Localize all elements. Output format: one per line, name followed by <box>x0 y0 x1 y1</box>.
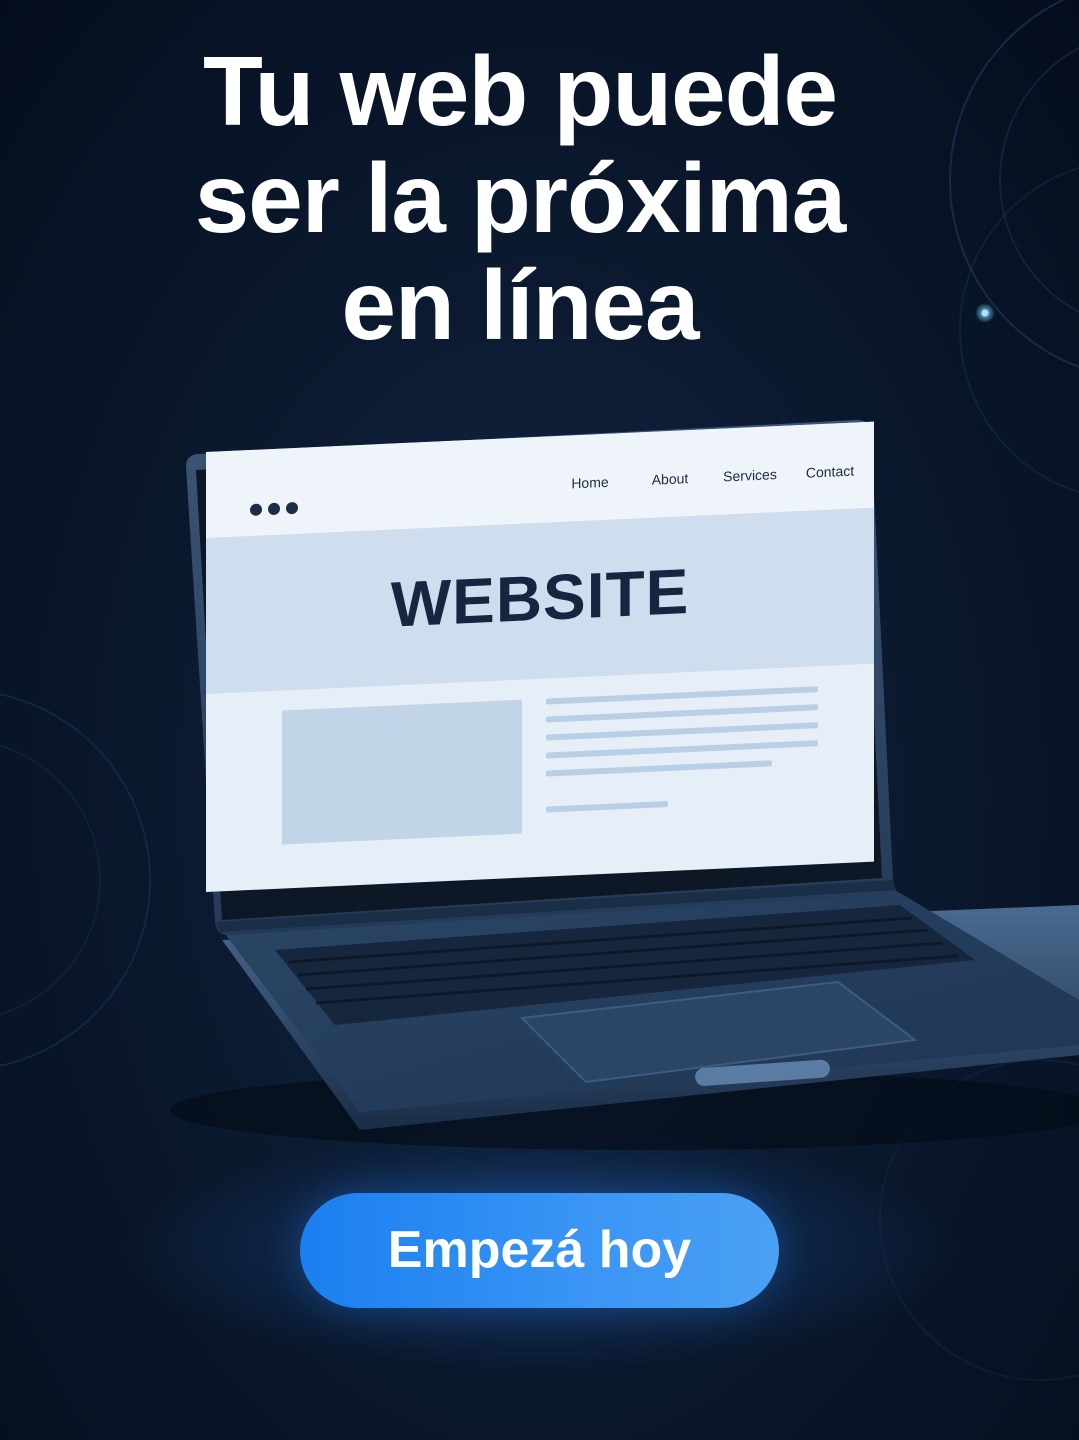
screen-nav-links: Home About Services Contact <box>550 462 870 493</box>
screen-image-placeholder <box>282 699 522 845</box>
screen-text-line <box>546 722 818 741</box>
screen-text-line <box>546 704 818 723</box>
screen-nav-services: Services <box>723 466 777 485</box>
dot <box>286 501 298 515</box>
screen-text-line <box>546 740 818 759</box>
screen-text-line <box>546 760 772 777</box>
dot <box>268 502 280 516</box>
start-today-button[interactable]: Empezá hoy <box>300 1193 779 1308</box>
screen-nav-about: About <box>651 470 689 488</box>
screen-text-line <box>546 801 668 813</box>
screen-hero: WEBSITE <box>206 507 874 694</box>
screen-nav-home: Home <box>571 473 609 492</box>
dot <box>250 503 262 517</box>
screen-text-line <box>546 686 818 705</box>
three-dots-icon <box>250 501 298 517</box>
laptop-screen: Home About Services Contact WEBSITE <box>206 421 874 892</box>
screen-hero-title: WEBSITE <box>390 555 690 641</box>
screen-nav-contact: Contact <box>805 462 855 481</box>
